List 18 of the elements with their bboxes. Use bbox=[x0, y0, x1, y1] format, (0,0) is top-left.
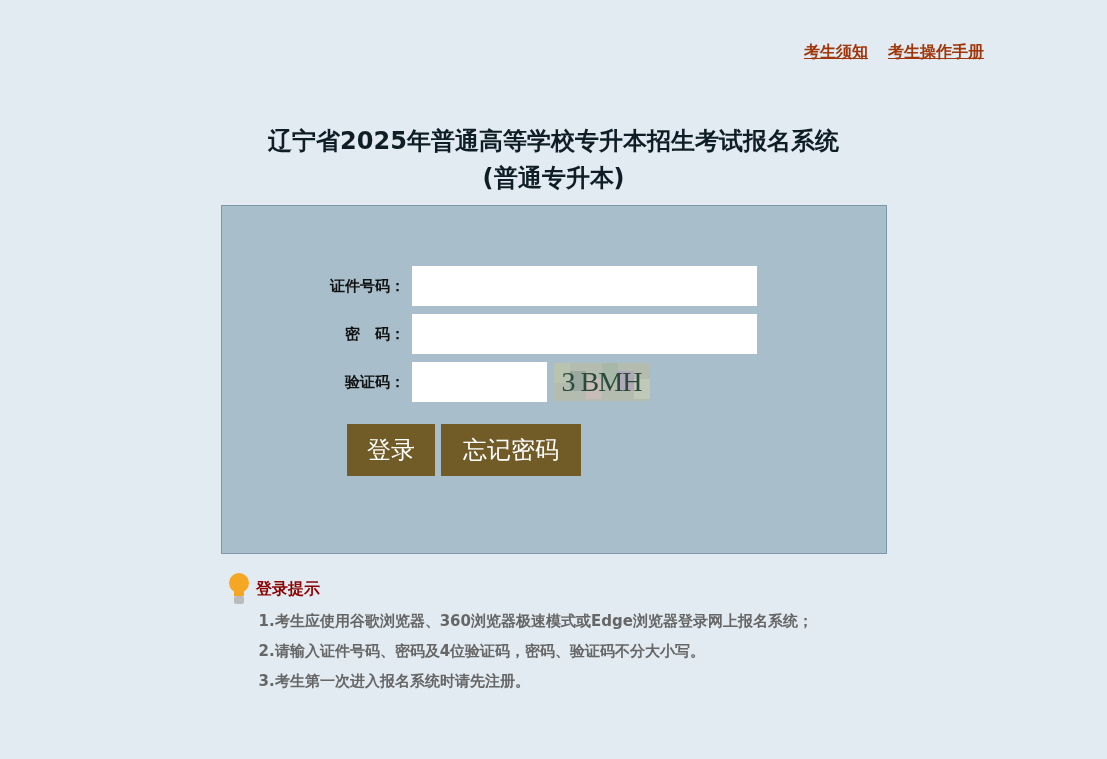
top-link[interactable]: 考生须知 bbox=[804, 42, 868, 63]
tip-text: 1.考生应使用谷歌浏览器、360浏览器极速模式或Edge浏览器登录网上报名系统； bbox=[258, 611, 814, 632]
forgot-password-button[interactable]: 忘记密码 bbox=[440, 424, 581, 476]
tip-text: 3.考生第一次进入报名系统时请先注册。 bbox=[258, 671, 531, 692]
field-label: 密 码： bbox=[343, 324, 406, 344]
lightbulb-icon bbox=[227, 572, 250, 606]
captcha-image[interactable]: 3 BMH bbox=[553, 363, 650, 401]
captcha-field[interactable] bbox=[411, 362, 547, 402]
page-subtitle: (普通专升本) bbox=[481, 163, 626, 194]
field-label: 证件号码： bbox=[328, 276, 406, 296]
field-label: 验证码： bbox=[343, 372, 406, 392]
tips-heading: 登录提示 bbox=[255, 578, 320, 600]
id-number-field[interactable] bbox=[411, 266, 757, 306]
password-field[interactable] bbox=[411, 314, 757, 354]
tip-text: 2.请输入证件号码、密码及4位验证码，密码、验证码不分大小写。 bbox=[258, 641, 707, 662]
top-link[interactable]: 考生操作手册 bbox=[888, 42, 984, 63]
login-button[interactable]: 登录 bbox=[346, 424, 435, 476]
page-title: 辽宁省2025年普通高等学校专升本招生考试报名系统 bbox=[267, 126, 840, 157]
